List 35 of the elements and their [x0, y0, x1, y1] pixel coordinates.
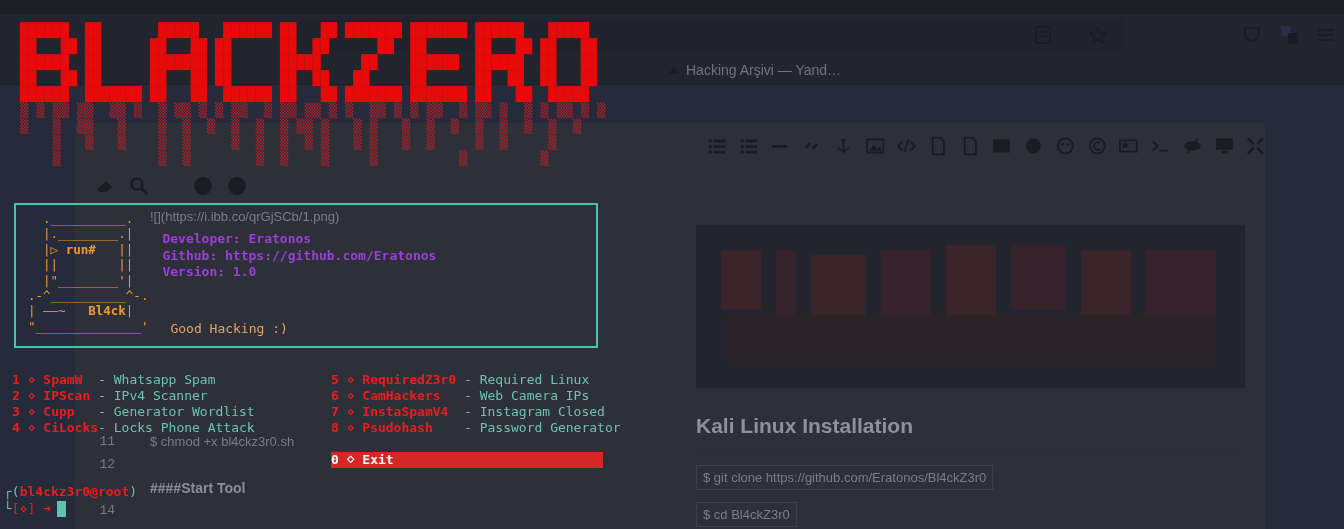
prompt-line: ┌(bl4ckz3r0@root)	[4, 483, 138, 500]
code-block: $ cd Bl4ckZ3r0	[696, 502, 797, 527]
bookmark-link[interactable]: Hacking Arşivi — Yand…	[668, 62, 842, 78]
ascii-art-title: ██████ ██ █████ ██████ ██ ██ ███████ ███████ ██████ █████ ██ ██ ██ ██ ██ ██ ██ ██ ██ ██ ██ ██ ██ ██ ██████ ██ ███████ ██ █████ ██ ██████ ██████ ██ ██ ██ ██ ██ ██ ██ ██ ██ ██ ██ ██ ██ ██ ██ ██ ██████ ███████ ██ ██ ██████ ██ ██ ███████ ███████ ██ ██ █████ ▒ ▒ ▒▒ ▒▒ ▒▒ ▒ ▒ ▒▒ ▒ ▒ ▒▒ ▒ ▒▒ ▒▒ ▒ ▒ ▒▒ ▒ ▒ ▒▒ ▒ ▒▒ ▒ ▒ ▒ ▒▒ ▒ ▒ ▒ ▒ ▒▒ ▒ ▒ ▒ ▒ ▒ ▒ ▒ ▒▒ ▒ ▒ ▒ ▒ ▒ ▒ ▒ ▒ ▒ ▒ ▒ ▒ ▒ ▒ ▒ ▒ ▒ ▒ ▒ ▒ ▒ ▒ ▒ ▒ ▒ ▒ ▒ ▒ ▒ ▒ ▒ ▒ ▒ ▒ ▒ ▒ ▒	[20, 22, 606, 166]
menu-option[interactable]: 5 ⋄ RequiredZ3r0 - Required Linux	[331, 372, 590, 388]
document-icon[interactable]	[929, 136, 948, 156]
source-line: $ chmod +x bl4ckz3r0.sh	[150, 434, 295, 449]
text-cursor	[56, 500, 66, 517]
prompt-symbol: └[⋄] ➜	[4, 500, 51, 517]
source-line: ####Start Tool	[150, 479, 246, 496]
menu-option[interactable]: 2 ⋄ IPScan - IPv4 Scanner	[12, 388, 208, 404]
menu-option[interactable]: 7 ⋄ InstaSpamV4 - Instagram Closed	[331, 404, 605, 420]
menu-option[interactable]: 6 ⋄ CamHackers - Web Camera IPs	[331, 388, 590, 404]
code-block: $ git clone https://github.com/Eratonos/Bl4ckZ3r0	[696, 465, 994, 490]
menu-option[interactable]: 4 ⋄ CiLocks- Locks Phone Attack	[12, 420, 255, 436]
info-line: Version: 1.0	[162, 264, 258, 281]
line-number: 11	[98, 434, 115, 449]
translate-icon[interactable]	[1280, 26, 1299, 44]
exit-option[interactable]: 0 ⋄ Exit	[331, 452, 603, 468]
fullscreen-icon[interactable]	[1246, 136, 1265, 156]
search-icon[interactable]	[129, 176, 149, 196]
greeting-text: Good Hacking :)	[170, 320, 289, 336]
line-number: 14	[98, 503, 115, 518]
line-number: 12	[98, 457, 115, 472]
info-line: Developer: Eratonos	[162, 231, 313, 248]
copyright-icon[interactable]	[1087, 136, 1107, 156]
smiley-icon[interactable]	[1055, 136, 1075, 156]
info-line: Github: https://github.com/Eratonos	[162, 247, 437, 264]
source-line: ![](https://i.ibb.co/qrGjSCb/1.png)	[150, 209, 340, 224]
menu-option[interactable]: 8 ⋄ Psudohash - Password Generator	[331, 420, 621, 436]
menu-option[interactable]: 1 ⋄ SpamW - Whatsapp Spam	[12, 372, 216, 388]
preview-heading: Kali Linux Installation	[696, 414, 915, 438]
menu-option[interactable]: 3 ⋄ Cupp - Generator Wordlist	[12, 404, 255, 420]
code-icon[interactable]	[897, 136, 917, 156]
laptop-ascii-art: .__________. |.________.| |▷ run# || || || |"________'| .-^__________^-. | ——~ Bl4ck| "______________'	[28, 211, 149, 335]
